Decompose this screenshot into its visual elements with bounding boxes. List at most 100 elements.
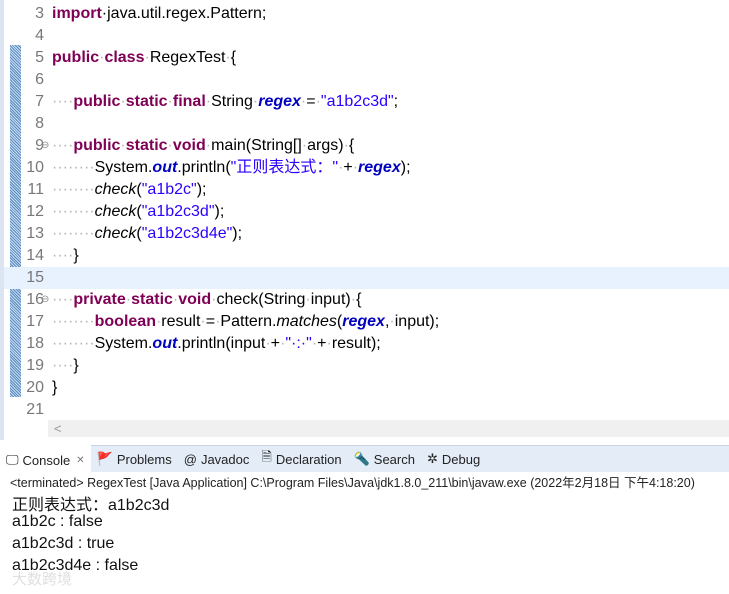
code-text: import·java.util.regex.Pattern; [52,3,266,25]
tab-console[interactable]: 🖵 Console ✕ [0,445,91,473]
code-line[interactable]: 14 ····} [4,245,729,267]
code-token: = [205,313,216,330]
line-number: 6 [35,71,44,88]
tab-javadoc[interactable]: @ Javadoc [178,446,256,472]
code-token: + [270,335,281,352]
code-token: ···· [52,357,74,374]
code-token: } [73,247,79,264]
code-line[interactable]: 6 [4,69,729,91]
code-token: public [52,49,100,66]
code-token: .println(input [177,335,266,352]
code-token: out [152,335,178,352]
code-line[interactable]: 8 [4,113,729,135]
code-token: ); [196,181,207,198]
fold-toggle-icon[interactable]: ⊖ [41,135,49,157]
bug-icon: ✲ [426,451,438,466]
code-text: } [52,377,57,399]
console-launch-info: <terminated> RegexTest [Java Application… [10,476,695,490]
code-line[interactable]: 20} [4,377,729,399]
code-line[interactable]: 5 public·class·RegexTest·{ [4,47,729,69]
code-token: out [152,159,178,176]
tab-label: Declaration [275,451,342,467]
code-token: regex [342,313,385,330]
code-token: + [343,159,353,176]
code-token: input); [394,313,440,330]
close-icon[interactable]: ✕ [76,455,84,466]
problems-icon: 🚩 [96,451,113,466]
line-number: 7 [35,93,44,110]
line-number: 20 [26,379,44,396]
code-token: input) [310,291,351,308]
code-line[interactable]: 19 ····} [4,355,729,377]
tab-debug[interactable]: ✲ Debug [421,446,486,472]
code-line[interactable]: 15 [4,267,729,289]
line-number: 15 [26,269,44,286]
code-token: check [94,203,137,220]
tab-search[interactable]: 🔦 Search [348,446,421,472]
code-line[interactable]: 10 ········System.out.println("正则表达式："·+·… [4,157,729,179]
line-number: 10 [26,159,44,176]
code-token: System. [94,335,153,352]
code-token: ········ [52,313,95,330]
code-text: ········check("a1b2c"); [52,179,206,201]
line-number: 4 [35,27,44,44]
line-number: 11 [27,181,44,198]
code-line[interactable]: 12 ········check("a1b2c3d"); [4,201,729,223]
code-token: args) [307,137,344,154]
code-line[interactable]: 4 [4,25,729,47]
line-number: 13 [26,225,44,242]
tab-declaration[interactable]: 🗎 Declaration [255,446,347,472]
code-line[interactable]: 21 [4,399,729,421]
code-token: ···· [52,93,74,110]
code-token: ···· [52,247,74,264]
code-token: "正则表达式：" [230,159,339,176]
code-text: ········check("a1b2c3d4e"); [52,223,242,245]
line-number: 12 [26,203,44,220]
code-token: ········ [52,203,95,220]
code-token: void [172,137,206,154]
code-token: = [306,93,316,110]
code-token: regex [358,159,401,176]
code-token: String [211,93,253,110]
code-token: public [73,137,121,154]
code-token: ); [400,159,411,176]
code-line[interactable]: 7 ····public·static·final·String·regex·=·… [4,91,729,113]
horizontal-scrollbar[interactable]: < [48,420,729,437]
fold-toggle-icon[interactable]: ⊖ [41,289,49,311]
code-line[interactable]: 16 ⊖ ····private·static·void·check(String·… [4,289,729,311]
scroll-left-arrow[interactable]: < [54,421,62,436]
line-number: 9 [35,137,44,154]
code-line[interactable]: 17 ········boolean·result·=·Pattern.match… [4,311,729,333]
code-editor[interactable]: 3 import·java.util.regex.Pattern; 4 5 public… [0,0,729,440]
code-token: ········ [52,225,95,242]
code-token: } [73,357,79,374]
code-token: "a1b2c3d" [141,203,215,220]
code-token: Pattern. [220,313,277,330]
line-number: 5 [35,49,44,66]
line-number: 18 [26,335,44,352]
console-output-line: a1b2c : false [12,513,103,530]
code-line[interactable]: 9 ⊖ ····public·static·void·main(String[]·a… [4,135,729,157]
code-token: .println( [177,159,231,176]
code-text: ········System.out.println(input·+·"·:·"… [52,333,381,355]
code-text: ····} [52,355,79,377]
declaration-icon: 🗎 [261,449,272,464]
code-text: ········System.out.println("正则表达式："·+·re… [52,157,411,179]
console-output-line: a1b2c3d : true [12,535,115,552]
code-token: { [348,137,355,154]
code-token: check [94,181,137,198]
code-line[interactable]: 13 ········check("a1b2c3d4e"); [4,223,729,245]
code-token: ); [232,225,243,242]
code-line[interactable]: 11 ········check("a1b2c"); [4,179,729,201]
tab-label: Debug [441,451,481,467]
code-line[interactable]: 3 import·java.util.regex.Pattern; [4,3,729,25]
code-token: { [356,291,362,308]
code-token: "a1b2c3d" [320,93,394,110]
code-token: boolean [94,313,156,330]
code-line[interactable]: 18 ········System.out.println(input·+·"·:… [4,333,729,355]
tab-problems[interactable]: 🚩 Problems [91,446,178,472]
watermark: 大数跨境 [12,571,73,588]
tab-label: Search [373,451,415,467]
code-token: ········ [52,335,95,352]
code-token: ···· [52,137,74,154]
